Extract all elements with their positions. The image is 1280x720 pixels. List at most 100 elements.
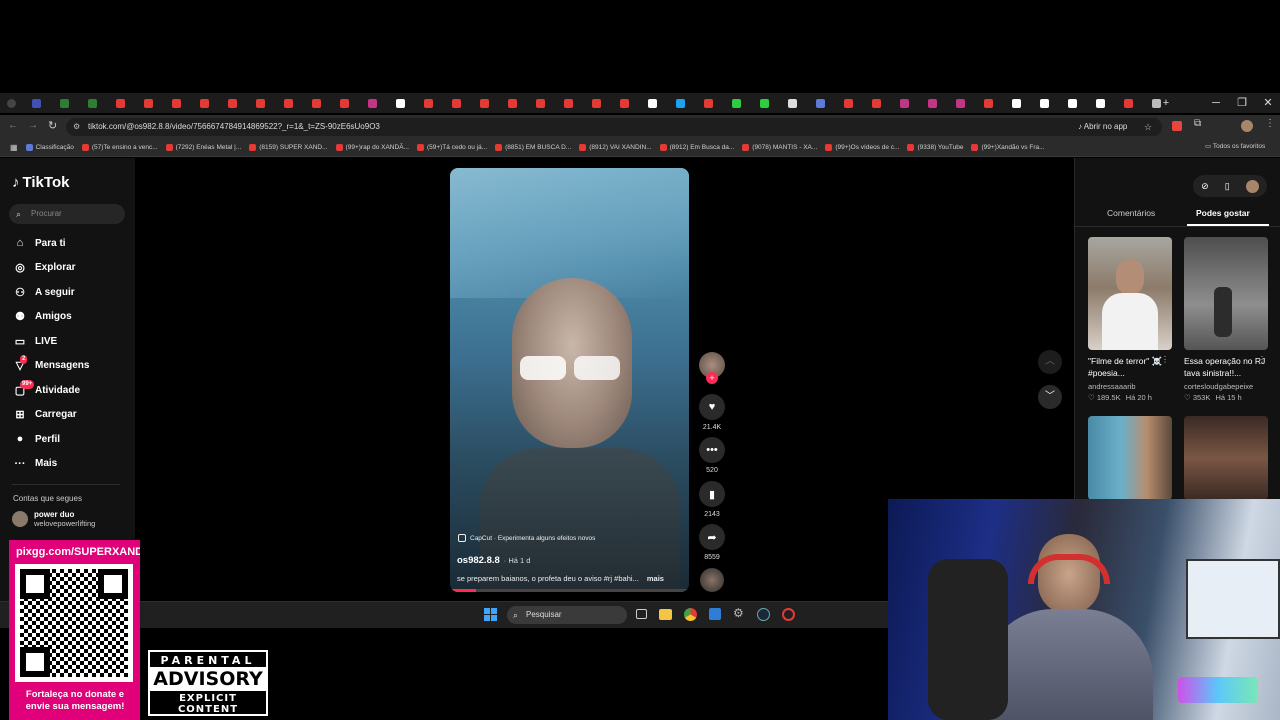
browser-tab[interactable] [442, 93, 470, 113]
more-options-icon[interactable]: ⋮ [1258, 355, 1266, 364]
save-button[interactable]: ▮ [699, 481, 725, 507]
browser-tab[interactable] [582, 93, 610, 113]
minimize-button[interactable]: ─ [1203, 93, 1229, 113]
sidebar-item-para-ti[interactable]: ⌂ Para ti [12, 233, 66, 253]
file-explorer-icon[interactable] [659, 609, 672, 620]
settings-gear-icon[interactable]: ⚙ [733, 606, 744, 620]
bookmark-item[interactable]: (8912) VAI XANDIN... [579, 144, 652, 151]
bookmark-item[interactable]: (9338) YouTube [907, 144, 963, 151]
follow-plus-icon[interactable]: + [706, 372, 718, 384]
recommended-video-title[interactable]: "Filme de terror" ☠️ #poesia... [1088, 355, 1172, 379]
bookmark-item[interactable]: (59+)Tá cedo ou já... [416, 144, 487, 151]
video-progress-bar[interactable] [450, 589, 689, 592]
tiktok-logo[interactable]: ♪ TikTok [12, 174, 69, 191]
bookmark-item[interactable]: (7292) Enéas Metal |... [165, 144, 241, 151]
site-info-icon[interactable]: ⚙ [73, 118, 80, 136]
browser-tab[interactable] [918, 93, 946, 113]
video-author[interactable]: os982.8.8 [457, 555, 500, 566]
back-icon[interactable]: ← [8, 120, 18, 131]
recommended-video-thumbnail[interactable] [1184, 416, 1268, 500]
recommended-video-title[interactable]: Essa operação no RJ tava sinistra!!... [1184, 355, 1268, 379]
browser-tab[interactable] [554, 93, 582, 113]
tiktok-search-input[interactable]: ⌕ Procurar [9, 204, 125, 224]
device-icon[interactable]: ▯ [1225, 181, 1230, 192]
tab-search-icon[interactable] [0, 93, 22, 113]
chrome-icon[interactable] [684, 608, 697, 621]
creator-avatar[interactable]: + [699, 352, 725, 384]
recommended-video-author[interactable]: cortesloudgabepeixe [1184, 382, 1253, 391]
tab-comments[interactable]: Comentários [1107, 208, 1155, 218]
sidebar-item-amigos[interactable]: ⚉ Amigos [12, 307, 72, 327]
browser-tab[interactable] [386, 93, 414, 113]
browser-tab[interactable] [274, 93, 302, 113]
browser-tab[interactable] [470, 93, 498, 113]
browser-tab[interactable] [162, 93, 190, 113]
bookmark-item[interactable]: (57)Te ensino a venc... [81, 144, 158, 151]
caption-more-link[interactable]: mais [647, 574, 664, 583]
browser-tab[interactable] [694, 93, 722, 113]
like-button[interactable]: ♥ [699, 394, 725, 420]
taskbar-app-icon[interactable] [782, 608, 795, 621]
next-video-button[interactable]: ﹀ [1038, 385, 1062, 409]
recommended-video-thumbnail[interactable] [1184, 237, 1268, 350]
browser-tab[interactable] [78, 93, 106, 113]
comment-button[interactable]: ••• [699, 437, 725, 463]
browser-tab[interactable] [610, 93, 638, 113]
bookmark-item[interactable]: (9078) MANTIS - XA... [742, 144, 817, 151]
browser-tab[interactable] [666, 93, 694, 113]
url-field[interactable]: ⚙ tiktok.com/@os982.8.8/video/7566674784… [66, 118, 1162, 136]
recommended-video-thumbnail[interactable] [1088, 416, 1172, 500]
apps-grid-icon[interactable]: ▦ [10, 143, 18, 152]
sidebar-item-perfil[interactable]: ● Perfil [12, 429, 60, 449]
open-in-app-button[interactable]: ♪ Abrir no app [1078, 118, 1127, 136]
sidebar-item-mais[interactable]: ··· Mais [12, 454, 58, 474]
browser-tab[interactable] [134, 93, 162, 113]
task-view-icon[interactable] [636, 609, 647, 619]
recommended-video-thumbnail[interactable] [1088, 237, 1172, 350]
browser-tab[interactable] [750, 93, 778, 113]
share-button[interactable]: ➦ [699, 524, 725, 550]
browser-tab[interactable] [890, 93, 918, 113]
browser-tab[interactable] [22, 93, 50, 113]
browser-tab[interactable] [414, 93, 442, 113]
browser-tab[interactable] [862, 93, 890, 113]
extensions-puzzle-icon[interactable]: ⧉ [1194, 118, 1201, 129]
steam-icon[interactable] [757, 608, 770, 621]
browser-tab[interactable] [50, 93, 78, 113]
browser-tab[interactable] [526, 93, 554, 113]
bookmark-item[interactable]: (8159) SUPER XAND... [249, 144, 328, 151]
windows-start-icon[interactable] [484, 608, 497, 621]
browser-tab[interactable] [302, 93, 330, 113]
more-options-icon[interactable]: ⋮ [1161, 355, 1169, 364]
browser-tab[interactable] [218, 93, 246, 113]
bookmark-item[interactable]: (8851) EM BUSCA D... [495, 144, 571, 151]
maximize-button[interactable]: ❐ [1229, 93, 1255, 113]
bookmark-item[interactable]: (99+)Os vídeos de c... [825, 144, 899, 151]
recommended-video-author[interactable]: andressaaarib [1088, 382, 1136, 391]
sidebar-item-atividade[interactable]: ▢ 99+ Atividade [12, 379, 80, 400]
bookmark-item[interactable]: Classificação [25, 144, 74, 151]
browser-tab[interactable] [358, 93, 386, 113]
browser-tab[interactable] [1114, 93, 1142, 113]
browser-tab[interactable] [106, 93, 134, 113]
browser-tab[interactable] [190, 93, 218, 113]
video-player[interactable]: CapCut · Experimenta alguns efeitos novo… [450, 168, 689, 592]
forward-icon[interactable]: → [28, 120, 38, 131]
sidebar-item-mensagens[interactable]: ▽ 2 Mensagens [12, 355, 89, 376]
taskbar-search-input[interactable]: ⌕ Pesquisar [507, 606, 627, 624]
bookmark-star-icon[interactable]: ☆ [1144, 118, 1152, 136]
browser-tab[interactable] [722, 93, 750, 113]
browser-tab[interactable] [1030, 93, 1058, 113]
profile-avatar-icon[interactable] [1241, 120, 1253, 132]
sidebar-item-a-seguir[interactable]: ⚇ A seguir [12, 282, 75, 302]
sidebar-item-explorar[interactable]: ◎ Explorar [12, 258, 75, 278]
browser-tab[interactable] [834, 93, 862, 113]
browser-tab[interactable] [330, 93, 358, 113]
previous-video-button[interactable]: ︿ [1038, 350, 1062, 374]
browser-tab[interactable] [246, 93, 274, 113]
browser-tab[interactable] [1058, 93, 1086, 113]
browser-tab[interactable] [638, 93, 666, 113]
all-bookmarks-button[interactable]: ▭ Todos os favoritos [1205, 142, 1265, 150]
bookmark-item[interactable]: (99+)Xandão vs Fra... [971, 144, 1045, 151]
extension-icon[interactable] [1172, 121, 1182, 131]
